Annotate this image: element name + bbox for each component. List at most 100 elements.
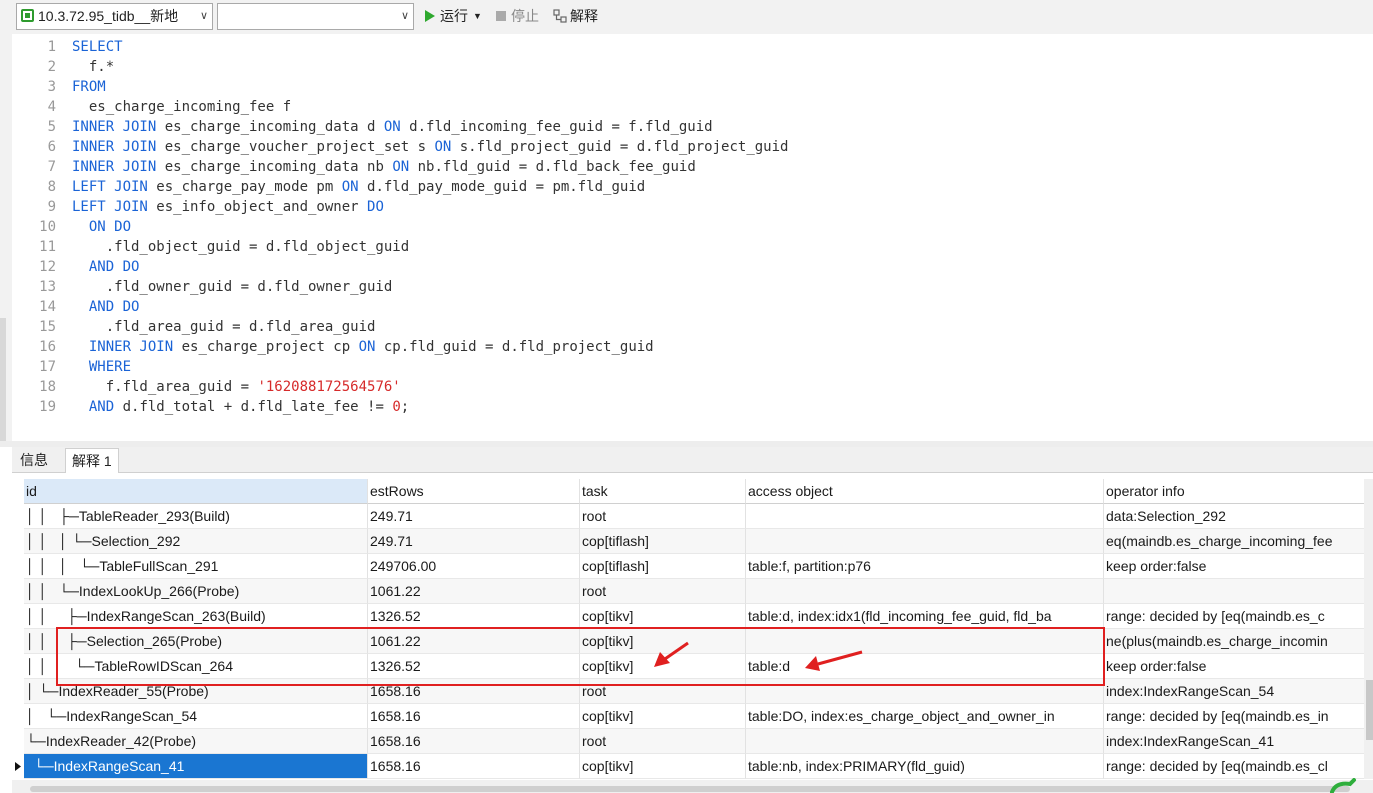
col-id-cell[interactable]: │ │ ├─TableReader_293(Build): [24, 504, 368, 529]
table-row[interactable]: │ └─IndexRangeScan_54 1658.16 cop[tikv] tab…: [12, 704, 1373, 729]
table-row[interactable]: │ │ └─IndexLookUp_266(Probe) 1061.22 root: [12, 579, 1373, 604]
sql-code[interactable]: SELECT f.* FROM es_charge_incoming_fee f…: [72, 37, 788, 417]
col-task-cell[interactable]: cop[tiflash]: [580, 554, 746, 579]
col-operator-info-cell[interactable]: range: decided by [eq(maindb.es_c: [1104, 604, 1366, 629]
stop-button[interactable]: 停止: [496, 7, 539, 25]
connection-select[interactable]: 10.3.72.95_tidb__新地 ∨: [16, 3, 213, 30]
col-estrows-cell[interactable]: 249706.00: [368, 554, 580, 579]
col-estrows-cell[interactable]: 1658.16: [368, 729, 580, 754]
row-marker: [12, 579, 24, 604]
col-id-cell[interactable]: │ │ ├─Selection_265(Probe): [24, 629, 368, 654]
col-estrows-cell[interactable]: 1658.16: [368, 754, 580, 779]
col-estrows-cell[interactable]: 249.71: [368, 504, 580, 529]
line-number: 12: [39, 259, 56, 275]
col-access-object-cell[interactable]: table:d: [746, 654, 1104, 679]
col-operator-info-cell[interactable]: [1104, 579, 1366, 604]
sql-editor[interactable]: 1 2 3 4 5 6 7 8 9 10 11 12 13 14 15 16 17 18 19 SELECT f.*…: [12, 34, 1373, 442]
col-task-cell[interactable]: root: [580, 679, 746, 704]
col-operator-info-cell[interactable]: eq(maindb.es_charge_incoming_fee: [1104, 529, 1366, 554]
col-id-header[interactable]: id: [24, 479, 368, 504]
col-access-object-header[interactable]: access object: [746, 479, 1104, 504]
col-access-object-cell[interactable]: table:f, partition:p76: [746, 554, 1104, 579]
col-id-cell[interactable]: │ │ └─IndexLookUp_266(Probe): [24, 579, 368, 604]
col-id-cell[interactable]: │ │ │ └─TableFullScan_291: [24, 554, 368, 579]
table-row[interactable]: └─IndexRangeScan_41 1658.16 cop[tikv] table…: [12, 754, 1373, 779]
col-task-cell[interactable]: cop[tiflash]: [580, 529, 746, 554]
table-row[interactable]: │ │ └─TableRowIDScan_264 1326.52 cop[tikv]…: [12, 654, 1373, 679]
run-dropdown-icon[interactable]: ▼: [473, 11, 482, 21]
col-task-cell[interactable]: cop[tikv]: [580, 604, 746, 629]
table-row[interactable]: │ │ │ └─TableFullScan_291 249706.00 cop[ti…: [12, 554, 1373, 579]
code-line: LEFT JOIN es_info_object_and_owner DO: [72, 199, 384, 215]
col-task-cell[interactable]: root: [580, 729, 746, 754]
col-estrows-cell[interactable]: 1658.16: [368, 679, 580, 704]
col-estrows-cell[interactable]: 249.71: [368, 529, 580, 554]
explain-button[interactable]: 解释: [553, 7, 598, 25]
col-access-object-cell[interactable]: [746, 579, 1104, 604]
col-id-cell[interactable]: └─IndexReader_42(Probe): [24, 729, 368, 754]
col-operator-info-cell[interactable]: keep order:false: [1104, 654, 1366, 679]
col-id-cell[interactable]: │ └─IndexReader_55(Probe): [24, 679, 368, 704]
col-task-cell[interactable]: cop[tikv]: [580, 754, 746, 779]
horizontal-scroll-thumb[interactable]: [30, 786, 1350, 792]
col-id-cell[interactable]: │ └─IndexRangeScan_54: [24, 704, 368, 729]
col-task-cell[interactable]: cop[tikv]: [580, 704, 746, 729]
col-estrows-cell[interactable]: 1326.52: [368, 654, 580, 679]
col-operator-info-cell[interactable]: index:IndexRangeScan_41: [1104, 729, 1366, 754]
row-marker: [12, 654, 24, 679]
table-row[interactable]: │ │ ├─TableReader_293(Build) 249.71 root da…: [12, 504, 1373, 529]
line-number: 2: [47, 59, 56, 75]
col-task-cell[interactable]: cop[tikv]: [580, 654, 746, 679]
table-row[interactable]: └─IndexReader_42(Probe) 1658.16 root index:…: [12, 729, 1373, 754]
col-task-cell[interactable]: root: [580, 579, 746, 604]
code-line: .fld_area_guid = d.fld_area_guid: [72, 319, 376, 335]
col-access-object-cell[interactable]: [746, 729, 1104, 754]
connection-icon: [21, 9, 34, 22]
col-operator-info-cell[interactable]: range: decided by [eq(maindb.es_in: [1104, 704, 1366, 729]
col-access-object-cell[interactable]: table:nb, index:PRIMARY(fld_guid): [746, 754, 1104, 779]
col-operator-info-cell[interactable]: keep order:false: [1104, 554, 1366, 579]
col-estrows-cell[interactable]: 1061.22: [368, 579, 580, 604]
tab-explain[interactable]: 解释 1: [65, 448, 119, 473]
col-operator-info-cell[interactable]: ne(plus(maindb.es_charge_incomin: [1104, 629, 1366, 654]
col-id-cell[interactable]: │ │ │ └─Selection_292: [24, 529, 368, 554]
line-number: 8: [47, 179, 56, 195]
table-row[interactable]: │ │ ├─IndexRangeScan_263(Build) 1326.52 co…: [12, 604, 1373, 629]
col-access-object-cell[interactable]: table:DO, index:es_charge_object_and_own…: [746, 704, 1104, 729]
table-row[interactable]: │ └─IndexReader_55(Probe) 1658.16 root inde…: [12, 679, 1373, 704]
col-estrows-header[interactable]: estRows: [368, 479, 580, 504]
tab-info[interactable]: 信息: [14, 448, 54, 473]
col-task-cell[interactable]: root: [580, 504, 746, 529]
col-access-object-cell[interactable]: [746, 529, 1104, 554]
vertical-scroll-thumb[interactable]: [1366, 680, 1373, 740]
run-button[interactable]: 运行 ▼: [425, 7, 482, 25]
col-id-cell[interactable]: └─IndexRangeScan_41: [24, 754, 368, 779]
explain-icon: [553, 9, 567, 23]
col-estrows-cell[interactable]: 1326.52: [368, 604, 580, 629]
result-tabbar: 信息 解释 1: [12, 447, 1373, 473]
explain-result-grid[interactable]: id estRows task access object operator info │…: [12, 479, 1373, 779]
table-row[interactable]: │ │ ├─Selection_265(Probe) 1061.22 cop[tik…: [12, 629, 1373, 654]
col-operator-info-cell[interactable]: index:IndexRangeScan_54: [1104, 679, 1366, 704]
play-icon: [425, 10, 435, 22]
table-row[interactable]: │ │ │ └─Selection_292 249.71 cop[tiflash] e…: [12, 529, 1373, 554]
line-number: 10: [39, 219, 56, 235]
col-task-cell[interactable]: cop[tikv]: [580, 629, 746, 654]
col-access-object-cell[interactable]: table:d, index:idx1(fld_incoming_fee_gui…: [746, 604, 1104, 629]
database-select[interactable]: ∨: [217, 3, 414, 30]
col-task-header[interactable]: task: [580, 479, 746, 504]
col-estrows-cell[interactable]: 1061.22: [368, 629, 580, 654]
line-number: 11: [39, 239, 56, 255]
col-operator-info-cell[interactable]: data:Selection_292: [1104, 504, 1366, 529]
col-operator-info-header[interactable]: operator info: [1104, 479, 1366, 504]
line-number: 13: [39, 279, 56, 295]
code-line: .fld_owner_guid = d.fld_owner_guid: [72, 279, 393, 295]
col-operator-info-cell[interactable]: range: decided by [eq(maindb.es_cl: [1104, 754, 1366, 779]
col-id-cell[interactable]: │ │ ├─IndexRangeScan_263(Build): [24, 604, 368, 629]
col-access-object-cell[interactable]: [746, 504, 1104, 529]
col-access-object-cell[interactable]: [746, 679, 1104, 704]
col-estrows-cell[interactable]: 1658.16: [368, 704, 580, 729]
line-number: 5: [47, 119, 56, 135]
col-id-cell[interactable]: │ │ └─TableRowIDScan_264: [24, 654, 368, 679]
col-access-object-cell[interactable]: [746, 629, 1104, 654]
